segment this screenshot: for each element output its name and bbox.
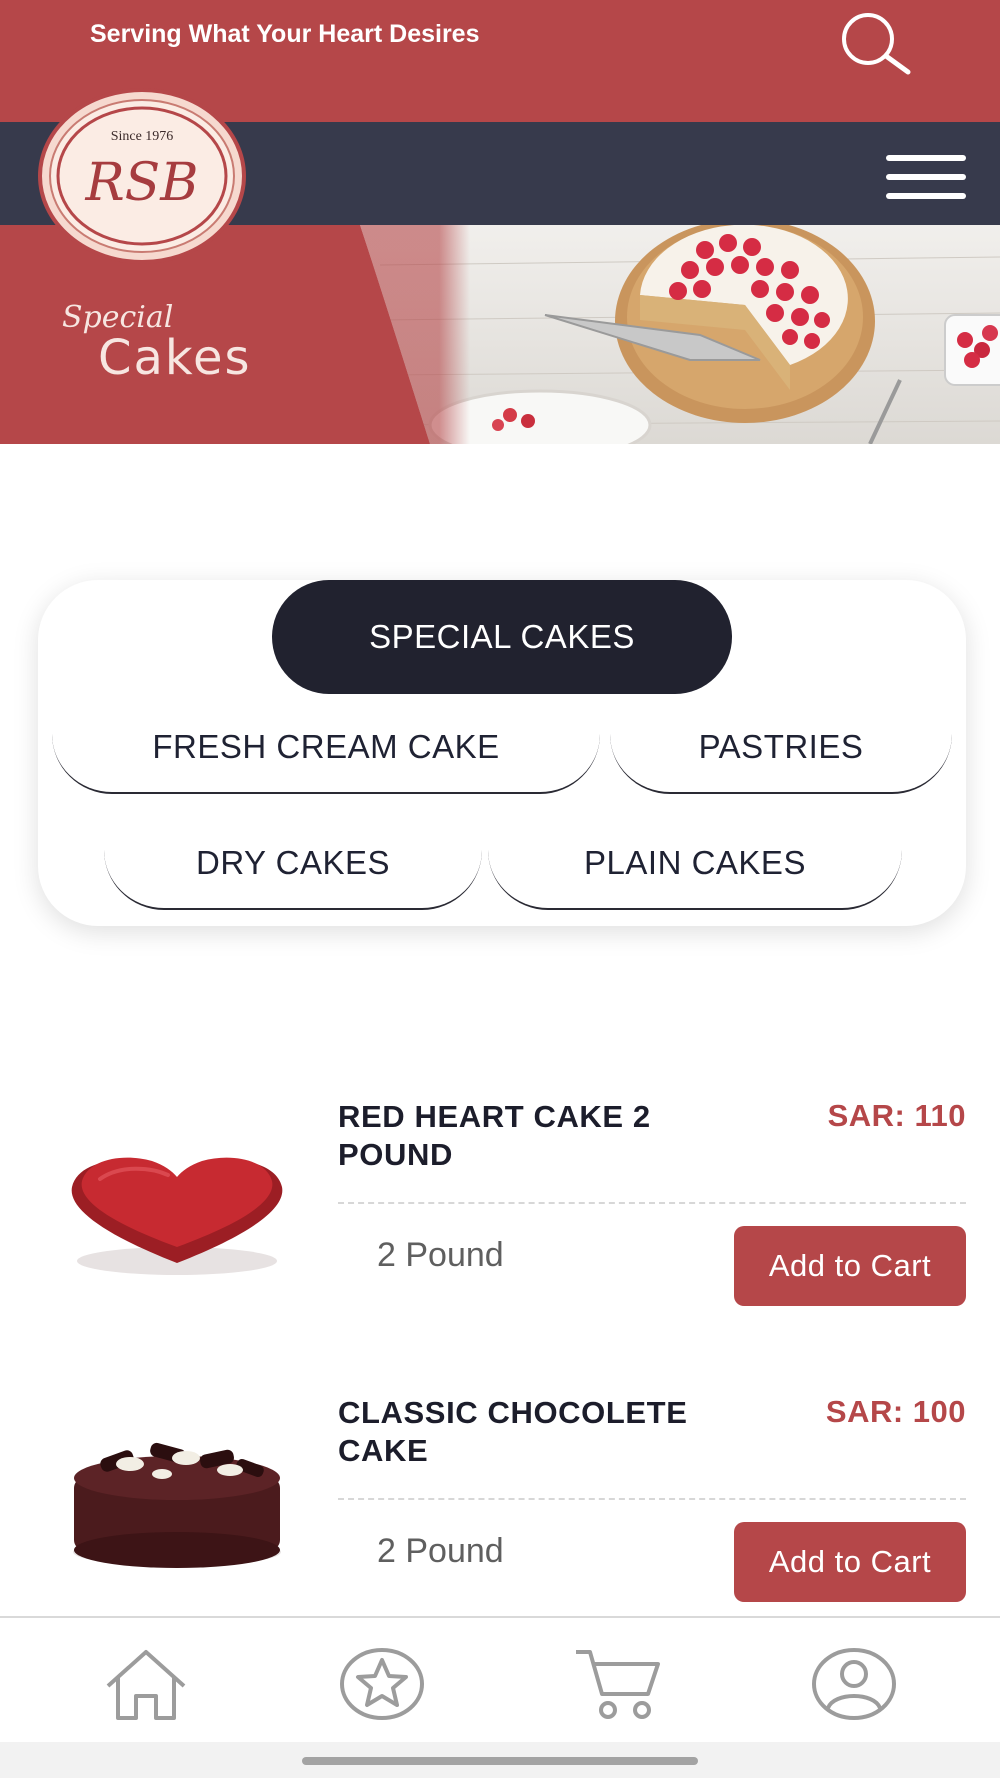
product-name: RED HEART CAKE 2 POUND xyxy=(338,1099,651,1172)
chip-plain-cakes[interactable]: PLAIN CAKES xyxy=(488,830,902,910)
product-price: SAR: 110 xyxy=(827,1098,966,1133)
rsb-logo[interactable]: Since 1976 RSB xyxy=(38,88,246,264)
product-divider xyxy=(338,1498,966,1500)
nav-favorites[interactable] xyxy=(336,1646,428,1722)
product-image-red-heart-cake[interactable] xyxy=(60,1135,294,1285)
nav-profile[interactable] xyxy=(808,1646,900,1722)
menu-button[interactable] xyxy=(886,155,966,201)
add-to-cart-button[interactable]: Add to Cart xyxy=(734,1226,966,1306)
favorites-star-icon xyxy=(340,1648,424,1720)
category-card: SPECIAL CAKES FRESH CREAM CAKE PASTRIES … xyxy=(38,580,966,926)
product-weight: 2 Pound xyxy=(377,1236,504,1274)
product-weight: 2 Pound xyxy=(377,1532,504,1570)
profile-icon xyxy=(812,1648,896,1720)
home-indicator-bar[interactable] xyxy=(302,1757,698,1765)
product-item: CLASSIC CHOCOLETE CAKE SAR: 100 2 Pound … xyxy=(0,1376,1000,1626)
add-to-cart-button[interactable]: Add to Cart xyxy=(734,1522,966,1602)
cart-icon xyxy=(576,1650,660,1719)
logo-brand: RSB xyxy=(85,153,199,213)
product-divider xyxy=(338,1202,966,1204)
product-name: CLASSIC CHOCOLETE CAKE xyxy=(338,1395,688,1468)
logo-since: Since 1976 xyxy=(111,129,174,144)
product-item: RED HEART CAKE 2 POUND SAR: 110 2 Pound … xyxy=(0,1080,1000,1330)
chip-pastries[interactable]: PASTRIES xyxy=(610,714,952,794)
nav-home[interactable] xyxy=(100,1646,192,1722)
hamburger-menu-icon xyxy=(886,193,966,199)
hamburger-menu-icon xyxy=(886,155,966,161)
home-icon xyxy=(106,1650,186,1720)
search-button[interactable] xyxy=(830,6,914,76)
product-price: SAR: 100 xyxy=(825,1394,966,1429)
nav-cart[interactable] xyxy=(572,1646,664,1722)
tagline: Serving What Your Heart Desires xyxy=(90,20,480,48)
banner-main-text: Cakes xyxy=(98,330,252,386)
chip-fresh-cream-cake[interactable]: FRESH CREAM CAKE xyxy=(52,714,600,794)
product-image-chocolate-cake[interactable] xyxy=(60,1424,294,1574)
hamburger-menu-icon xyxy=(886,174,966,180)
app-screen: Serving What Your Heart Desires Special … xyxy=(0,0,1000,1778)
chip-special-cakes[interactable]: SPECIAL CAKES xyxy=(272,580,732,694)
search-icon xyxy=(842,13,911,75)
chip-dry-cakes[interactable]: DRY CAKES xyxy=(104,830,482,910)
